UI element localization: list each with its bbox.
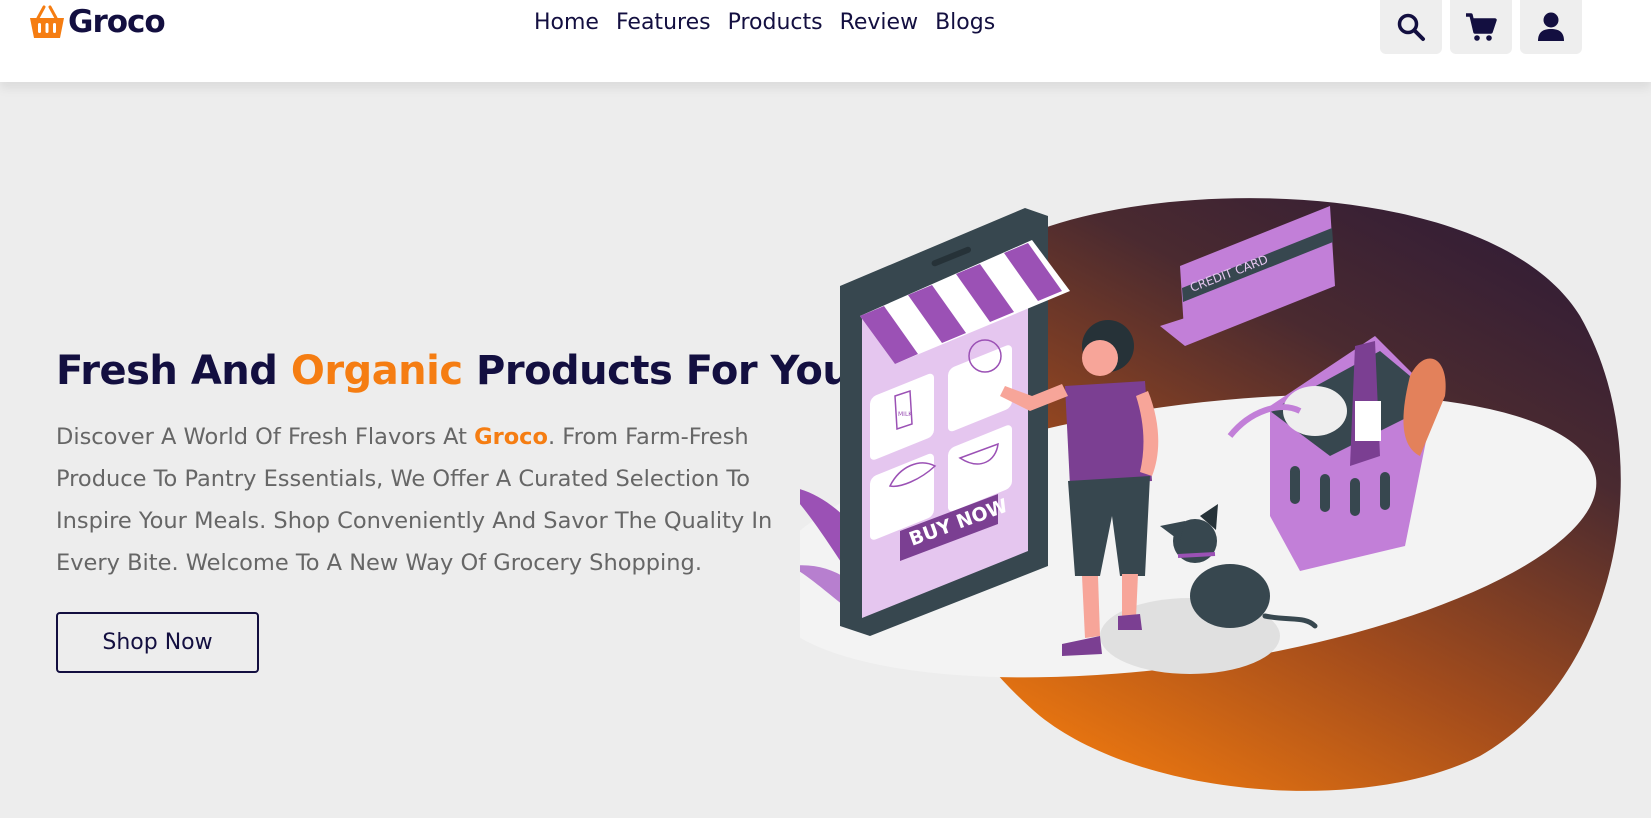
nav-features[interactable]: Features [616,10,711,35]
title-accent: Organic [290,348,463,394]
user-icon [1538,12,1564,41]
search-button[interactable] [1380,0,1442,54]
logo-text: Groco [68,4,166,40]
logo[interactable]: Groco [28,4,166,40]
user-button[interactable] [1520,0,1582,54]
nav-products[interactable]: Products [728,10,823,35]
shop-now-button[interactable]: Shop Now [56,612,259,673]
cart-button[interactable] [1450,0,1512,54]
basket-icon [30,5,64,38]
nav-home[interactable]: Home [534,10,599,35]
text-brand: Groco [474,424,548,450]
hero-illustration: MILK BUY NOW CREDIT CARD [800,198,1621,791]
main-nav: Home Features Products Review Blogs [534,10,995,35]
nav-blogs[interactable]: Blogs [935,10,995,35]
nav-review[interactable]: Review [840,10,919,35]
header-icons [1380,0,1582,54]
search-icon [1397,13,1425,41]
hero-description: Discover A World Of Fresh Flavors At Gro… [56,416,816,584]
text-part-1: Discover A World Of Fresh Flavors At [56,424,475,450]
milk-label: MILK [898,411,913,418]
title-part-1: Fresh And [56,348,291,394]
hero-title: Fresh And Organic Products For You [56,348,851,394]
cart-icon [1466,13,1497,41]
title-part-2: Products For You [462,348,851,394]
site-header: Groco Home Features Products Review Blog… [0,0,1651,82]
